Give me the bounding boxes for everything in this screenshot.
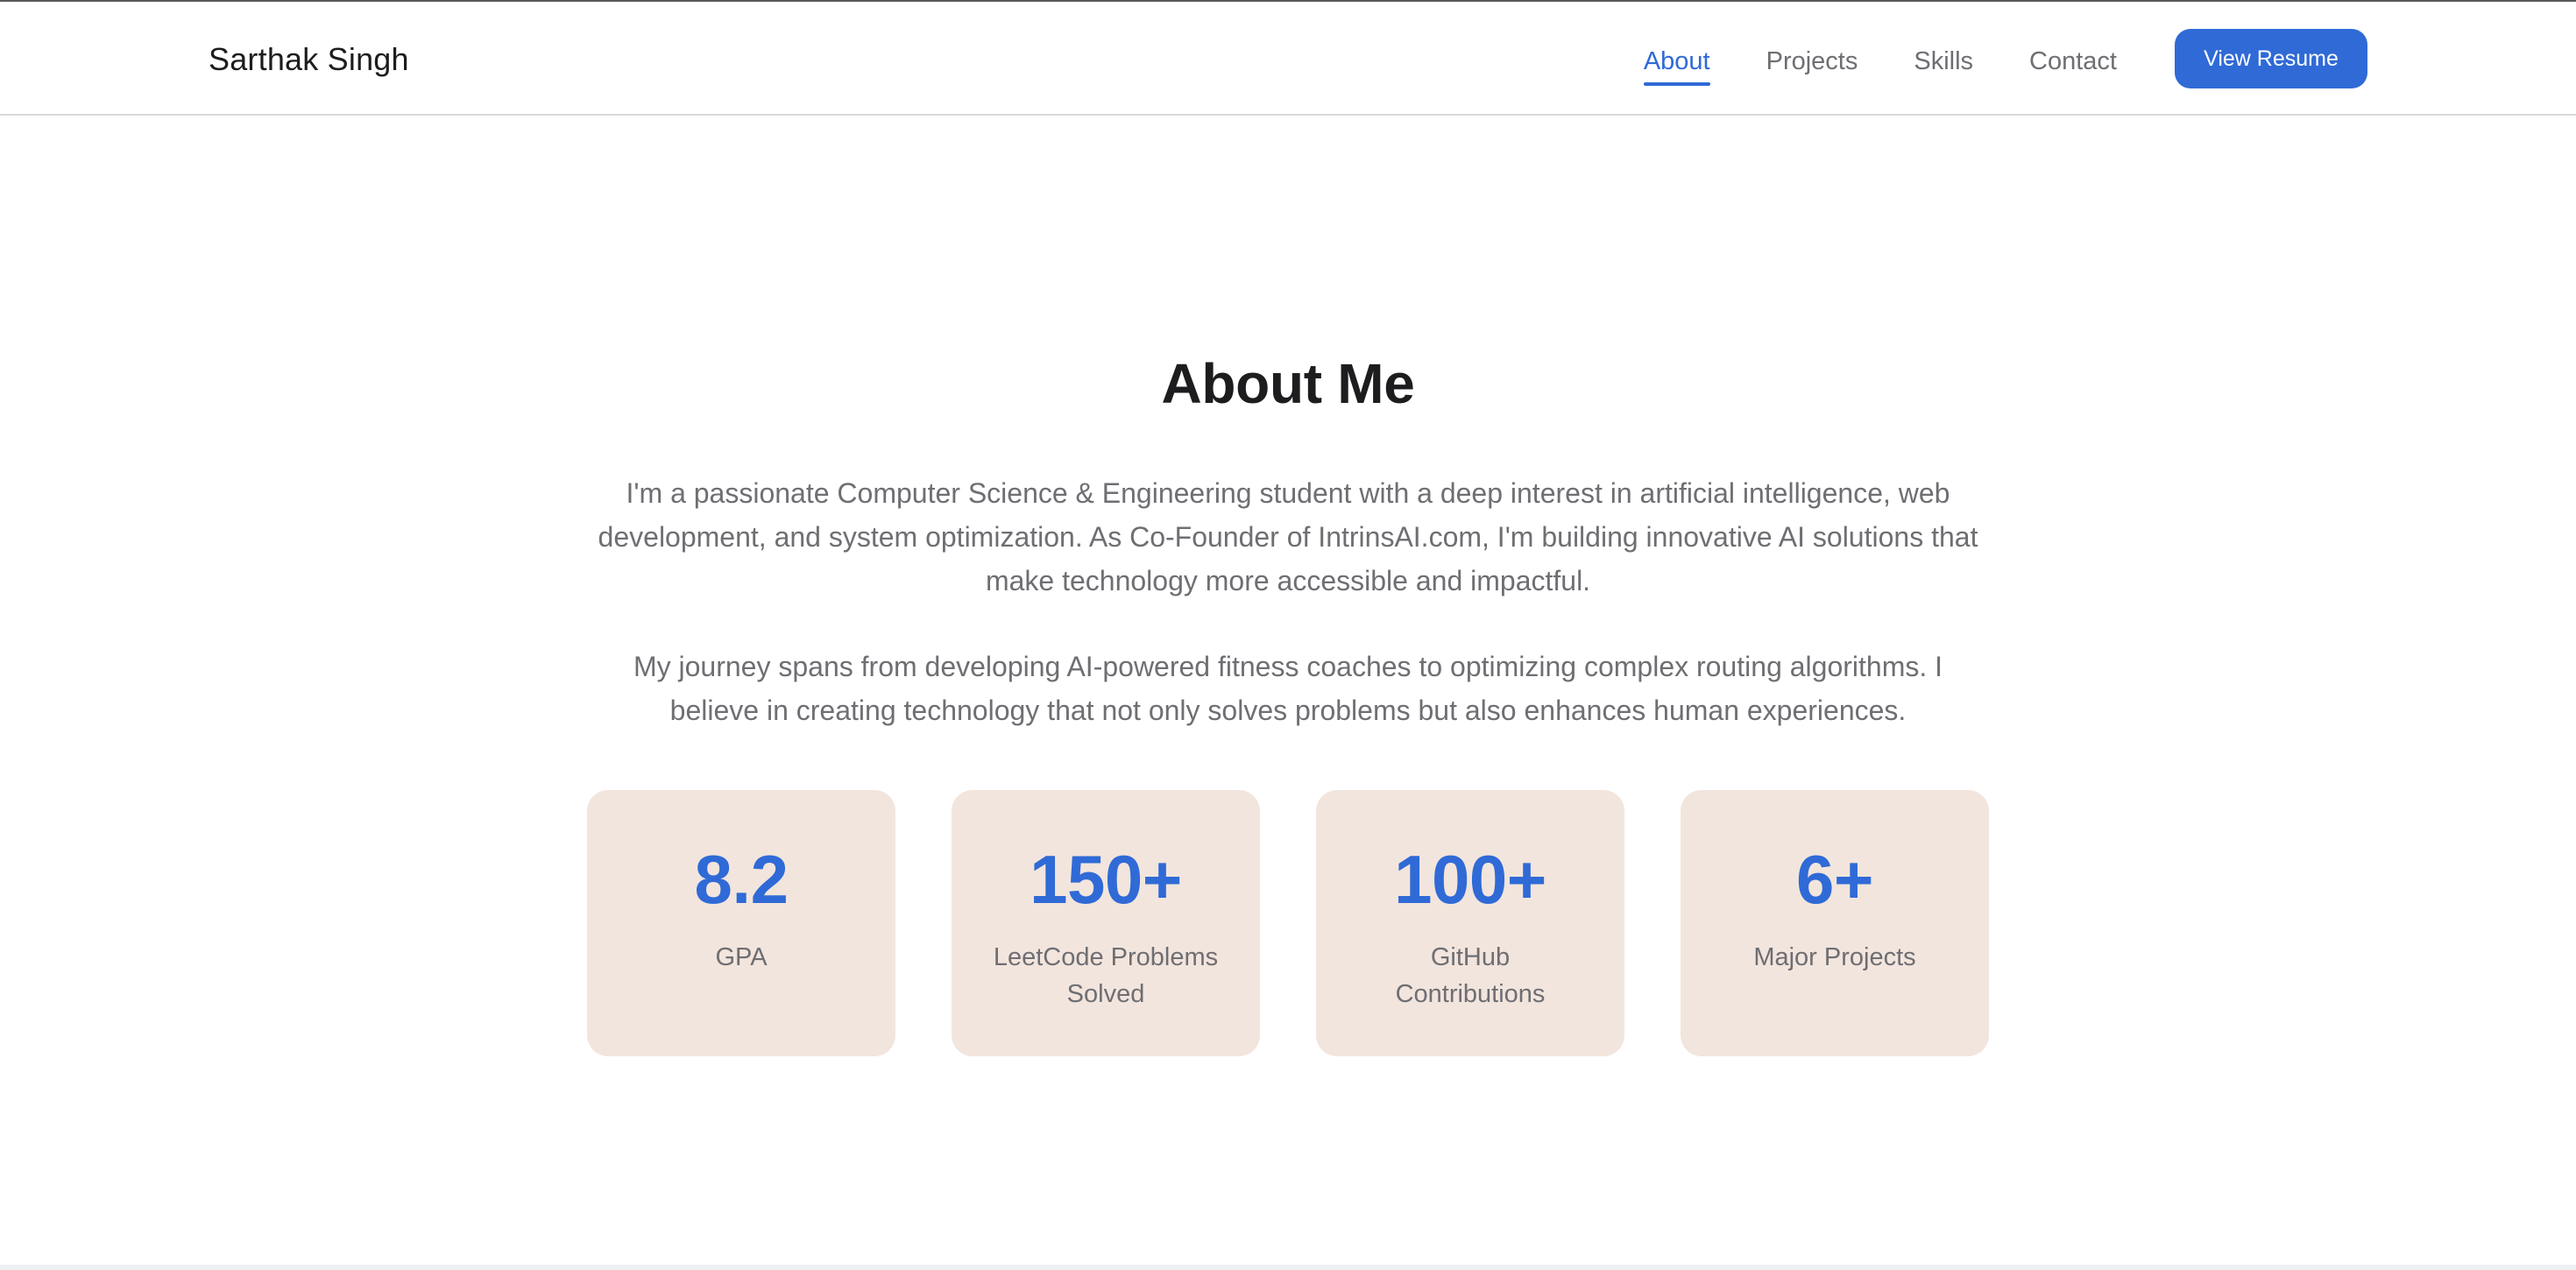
stat-card-github: 100+ GitHub Contributions [1316,790,1624,1056]
stat-card-gpa: 8.2 GPA [587,790,895,1056]
stats-grid: 8.2 GPA 150+ LeetCode Problems Solved 10… [587,790,1989,1056]
about-paragraph-2: My journey spans from developing AI-powe… [633,651,1943,726]
about-title: About Me [1161,352,1415,415]
nav-skills-link[interactable]: Skills [1914,42,1973,81]
stat-card-leetcode: 150+ LeetCode Problems Solved [952,790,1260,1056]
stat-value: 100+ [1394,841,1546,918]
stat-value: 150+ [1030,841,1182,918]
stat-label: GPA [715,943,768,971]
stat-label: GitHub Contributions [1395,943,1546,1008]
stat-label: LeetCode Problems Solved [993,943,1219,1008]
main-navigation: About Projects Skills Contact [1643,40,2117,86]
nav-about-link[interactable]: About [1643,42,1710,86]
section-divider [0,1265,2576,1270]
nav-projects-link[interactable]: Projects [1766,42,1858,81]
brand-name[interactable]: Sarthak Singh [209,39,409,81]
about-section: About Me I'm a passionate Computer Scien… [0,116,2576,1268]
stat-card-projects: 6+ Major Projects [1681,790,1989,1056]
stat-value: 6+ [1796,841,1873,918]
site-header: Sarthak Singh About Projects Skills Cont… [0,0,2576,116]
portfolio-page: Sarthak Singh About Projects Skills Cont… [0,0,2576,1270]
stat-value: 8.2 [694,841,789,918]
view-resume-button[interactable]: View Resume [2175,29,2367,88]
stat-label: Major Projects [1753,943,1916,971]
about-paragraph-1: I'm a passionate Computer Science & Engi… [598,477,1978,596]
nav-contact-link[interactable]: Contact [2029,42,2117,81]
